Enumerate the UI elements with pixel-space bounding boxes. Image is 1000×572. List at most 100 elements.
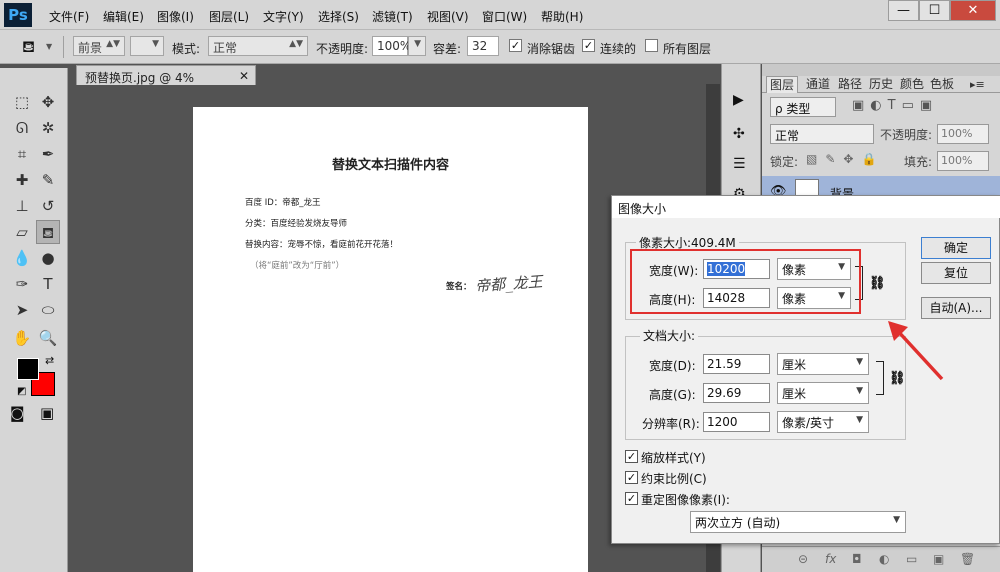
doc-width-input[interactable]: 21.59 [703,354,770,374]
tool-preset-chevron-icon[interactable]: ▼ [46,42,52,51]
history-brush-icon[interactable]: ↺ [36,194,60,218]
contiguous-label: 连续的 [600,42,637,56]
tab-swatches[interactable]: 色板 [927,76,957,93]
document-size-label: 文档大小: [640,327,699,344]
toolbox: ⬚ ✥ ᘏ ✲ ⌗ ✒ ✚ ✎ ⊥ ↺ ▱ ⛾ 💧 ● ✑ T ➤ ⬭ ✋ 🔍 … [0,68,68,572]
paint-bucket-tool-icon[interactable]: ⛾ [36,220,60,244]
lasso-tool-icon[interactable]: ᘏ [10,116,34,140]
blend-mode-dropdown[interactable]: 正常 [770,124,874,144]
foreground-color-swatch[interactable] [17,358,39,380]
adjustment-layer-icon[interactable]: ◐ [879,552,889,566]
menu-layer[interactable]: 图层(L) [209,8,249,25]
resolution-unit-value: 像素/英寸 [782,416,835,430]
close-button[interactable]: ✕ [950,0,996,21]
ok-button[interactable]: 确定 [921,237,991,259]
handwritten-signature: 帝都_龙王 [474,272,544,296]
photoshop-logo: Ps [4,3,32,27]
zoom-tool-icon[interactable]: 🔍 [36,326,60,350]
tab-channels[interactable]: 通道 [803,76,833,93]
minimize-button[interactable]: — [888,0,919,21]
resolution-unit-dropdown[interactable]: 像素/英寸 ▼ [777,411,869,433]
menu-edit[interactable]: 编辑(E) [103,8,144,25]
opacity-input[interactable]: 100% [372,36,411,56]
tab-color[interactable]: 颜色 [897,76,927,93]
add-mask-icon[interactable]: ◘ [852,552,862,566]
resolution-input[interactable]: 1200 [703,412,770,432]
menu-view[interactable]: 视图(V) [427,8,469,25]
tab-paths[interactable]: 路径 [835,76,865,93]
antialias-checkbox[interactable]: ✓ [509,39,522,52]
blur-tool-icon[interactable]: 💧 [10,246,34,270]
paint-bucket-icon[interactable]: ⛾ [22,37,35,58]
close-tab-icon[interactable]: ✕ [239,69,249,83]
eraser-icon[interactable]: ▱ [10,220,34,244]
healing-brush-icon[interactable]: ✚ [10,168,34,192]
crop-tool-icon[interactable]: ⌗ [10,142,34,166]
constrain-proportions-checkbox[interactable]: ✓ [625,471,638,484]
menu-help[interactable]: 帮助(H) [541,8,583,25]
tab-layers[interactable]: 图层 [766,76,799,93]
opacity-label: 不透明度: [316,42,369,56]
document-page[interactable]: 替换文本扫描件内容 百度 ID：帝都_龙王 分类：百度经验发烧友导师 替换内容：… [193,107,588,572]
fx-icon[interactable]: fx [825,552,836,566]
quick-mask-icon[interactable]: ◙ [10,404,25,422]
doc-height-unit-dropdown[interactable]: 厘米 ▼ [777,382,869,404]
resample-method-dropdown[interactable]: 两次立方 (自动) ▼ [690,511,906,533]
menu-filter[interactable]: 滤镜(T) [372,8,413,25]
resample-checkbox[interactable]: ✓ [625,492,638,505]
panel-menu-icon[interactable]: ▸≡ [970,78,985,91]
ellipse-tool-icon[interactable]: ⬭ [36,298,60,322]
reset-button[interactable]: 复位 [921,262,991,284]
dodge-tool-icon[interactable]: ● [36,246,60,270]
blend-mode-value: 正常 [775,129,800,143]
maximize-button[interactable]: ☐ [919,0,950,21]
brush-tool-icon[interactable]: ✎ [36,168,60,192]
fill-input[interactable]: 100% [937,151,989,171]
lock-icons[interactable]: ▧✎✥🔒 [806,152,884,166]
doc-width-unit-dropdown[interactable]: 厘米 ▼ [777,353,869,375]
menu-window[interactable]: 窗口(W) [482,8,527,25]
pen-tool-icon[interactable]: ✑ [10,272,34,296]
all-layers-checkbox[interactable] [645,39,658,52]
eyedropper-icon[interactable]: ✒ [36,142,60,166]
screen-mode-icon[interactable]: ▣ [40,404,54,422]
contiguous-checkbox[interactable]: ✓ [582,39,595,52]
brush-preset-icon[interactable]: ✣ [733,126,745,142]
resolution-label: 分辨率(R): [642,417,700,431]
play-icon[interactable]: ▶ [733,92,744,108]
hand-tool-icon[interactable]: ✋ [10,326,34,350]
filter-kind-dropdown[interactable]: ρ 类型 [770,97,836,117]
pattern-picker[interactable]: ▼ [130,36,164,56]
menu-image[interactable]: 图像(I) [157,8,194,25]
tolerance-input[interactable]: 32 [467,36,499,56]
tab-history[interactable]: 历史 [866,76,896,93]
group-folder-icon[interactable]: ▭ [906,552,917,566]
scale-styles-checkbox[interactable]: ✓ [625,450,638,463]
magic-wand-icon[interactable]: ✲ [36,116,60,140]
path-select-icon[interactable]: ➤ [10,298,34,322]
link-layers-icon[interactable]: ⊝ [798,552,808,566]
filter-kind-value: ρ 类型 [775,102,811,116]
trash-icon[interactable]: 🗑 [960,552,975,566]
chevron-down-icon: ▼ [152,39,159,49]
doc-height-input[interactable]: 29.69 [703,383,770,403]
document-tab[interactable]: 预替换页.jpg @ 4%(RGB/8#) ✕ [76,65,256,100]
fill-source-dropdown[interactable]: 前景 ▲▼ [73,36,125,56]
adjustment-icon[interactable]: ☰ [733,156,746,172]
default-colors-icon[interactable]: ◩ [17,386,26,397]
resample-method-value: 两次立方 (自动) [695,516,781,530]
menu-type[interactable]: 文字(Y) [263,8,304,25]
move-tool-icon[interactable]: ✥ [36,90,60,114]
chevron-down-icon: ▼ [856,357,863,367]
opacity-slider-toggle[interactable]: ▼ [408,36,426,56]
layer-opacity-input[interactable]: 100% [937,124,989,144]
marquee-tool-icon[interactable]: ⬚ [10,90,34,114]
menu-select[interactable]: 选择(S) [318,8,359,25]
type-tool-icon[interactable]: T [36,272,60,296]
layer-filter-icons[interactable]: ▣◐T▭▣ [852,98,938,113]
swap-colors-icon[interactable]: ⇄ [45,354,54,367]
mode-dropdown[interactable]: 正常 ▲▼ [208,36,308,56]
new-layer-icon[interactable]: ▣ [933,552,944,566]
clone-stamp-icon[interactable]: ⊥ [10,194,34,218]
menu-file[interactable]: 文件(F) [49,8,89,25]
